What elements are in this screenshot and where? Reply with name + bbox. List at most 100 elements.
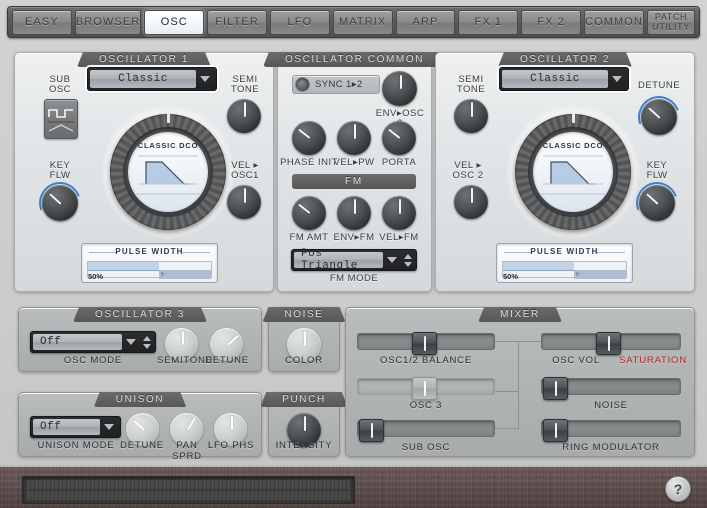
unison-detune-label: DETUNE: [120, 440, 164, 451]
tab-lfo[interactable]: LFO: [269, 9, 330, 35]
osc1-keyflw-label-line2: FLW: [49, 170, 71, 181]
lcd-row-1: [27, 480, 350, 489]
chevron-down-icon: [196, 76, 214, 82]
osc2-detune-knob[interactable]: [631, 89, 687, 145]
sawtooth-waveform-icon: [134, 155, 202, 195]
phase-init-knob[interactable]: [292, 121, 326, 155]
osc2-waveform-display: CLASSIC DCO: [533, 132, 613, 212]
osc3-detune-label: DETUNE: [205, 355, 249, 366]
oscillator-1-panel: OSCILLATOR 1 SUB OSC Classic SEMI TONE C…: [14, 52, 274, 292]
sub-osc-wave-button[interactable]: [44, 99, 78, 139]
patch-utility-line1: PATCH: [654, 12, 688, 22]
punch-title: PUNCH: [260, 392, 348, 407]
osc2-pulse-width-track[interactable]: [502, 261, 627, 279]
osc2-pulse-width-title: PULSE WIDTH: [530, 247, 599, 256]
help-button[interactable]: ?: [665, 476, 691, 502]
fm-amt-knob[interactable]: [292, 196, 326, 230]
vel-fm-knob[interactable]: [382, 196, 416, 230]
noise-color-label: COLOR: [285, 355, 323, 366]
osc2-wave-select[interactable]: Classic: [499, 67, 629, 91]
osc2-keyflow-knob[interactable]: [629, 175, 685, 231]
tab-arp[interactable]: ARP: [395, 9, 456, 35]
fm-mode-label: FM MODE: [329, 273, 379, 284]
porta-knob[interactable]: [382, 121, 416, 155]
osc1-keyflw-label: KEY FLW: [37, 161, 83, 181]
punch-panel: PUNCH INTENSITY: [268, 392, 340, 457]
osc3-semitone-label: SEMITONE: [157, 355, 213, 366]
routing-line-osc3: [494, 391, 519, 392]
chevron-down-icon: [122, 339, 140, 345]
saturation-label: SATURATION: [619, 355, 687, 366]
unison-mode-select[interactable]: Off: [30, 416, 121, 438]
osc3-mode-select[interactable]: Off: [30, 331, 156, 353]
sub-osc-level-slider[interactable]: [357, 419, 495, 442]
osc2-dco-knob[interactable]: CLASSIC DCO: [515, 113, 631, 230]
tab-browser[interactable]: BROWSER: [74, 9, 142, 35]
patch-utility-line2: UTILITY: [652, 22, 690, 32]
vel-fm-label: VEL▸FM: [379, 232, 419, 243]
osc2-pulse-width[interactable]: PULSE WIDTH 50%: [496, 243, 633, 283]
osc1-semitone-knob[interactable]: [227, 99, 261, 133]
unison-mode-label: UNISON MODE: [37, 440, 115, 451]
ring-modulator-slider[interactable]: [541, 419, 681, 442]
osc1-pulse-width[interactable]: PULSE WIDTH 50%: [81, 243, 218, 283]
osc1-pulse-width-title: PULSE WIDTH: [115, 247, 184, 256]
osc1-waveform-display: CLASSIC DCO: [128, 132, 208, 212]
osc-vol-label: OSC VOL: [552, 355, 600, 366]
sawtooth-waveform-icon: [539, 155, 607, 195]
fm-mode-value: Pos Triangle: [294, 248, 383, 272]
osc2-keyflw-label-line2: FLW: [646, 170, 668, 181]
tab-common[interactable]: COMMON: [584, 9, 644, 35]
oscillator-2-panel: OSCILLATOR 2 SEMI TONE Classic DETUNE CL…: [435, 52, 695, 292]
oscillator-3-panel: OSCILLATOR 3 Off OSC MODE SEMITONE DETUN…: [18, 307, 262, 372]
osc1-semitone-label: SEMI TONE: [222, 75, 268, 95]
tab-patch-utility[interactable]: PATCH UTILITY: [646, 9, 695, 35]
env-fm-knob[interactable]: [337, 196, 371, 230]
osc2-semitone-label: SEMI TONE: [448, 75, 494, 95]
fm-mode-stepper[interactable]: [401, 253, 414, 267]
osc1-semitone-label-line2: TONE: [230, 84, 260, 95]
unison-lfo-phs-label: LFO PHS: [207, 440, 255, 451]
osc-vol-slider[interactable]: [541, 332, 681, 355]
chevron-down-icon: [608, 76, 626, 82]
osc1-wave-select[interactable]: Classic: [87, 67, 217, 91]
noise-level-slider[interactable]: [541, 377, 681, 400]
tab-matrix[interactable]: MATRIX: [332, 9, 393, 35]
osc3-mode-stepper[interactable]: [140, 335, 153, 349]
osc12-balance-label: OSC1/2 BALANCE: [380, 355, 472, 366]
osc1-pulse-width-value: 50%: [88, 272, 104, 281]
oscillator-3-title: OSCILLATOR 3: [73, 307, 207, 322]
lcd-row-2: [27, 491, 350, 500]
osc3-level-label: OSC 3: [409, 400, 443, 411]
fm-mode-select[interactable]: Pos Triangle: [291, 248, 417, 272]
vel-pw-knob[interactable]: [337, 121, 371, 155]
oscillator-2-title: OSCILLATOR 2: [498, 52, 632, 67]
sync-1-2-label: SYNC 1▸2: [315, 79, 363, 90]
osc1-keyflow-knob[interactable]: [32, 175, 88, 231]
sync-led-icon: [295, 77, 310, 92]
sub-osc-label-line2: OSC: [48, 84, 72, 95]
osc1-dco-knob[interactable]: CLASSIC DCO: [110, 113, 226, 230]
tab-easy[interactable]: EASY: [12, 9, 72, 35]
osc2-wave-value: Classic: [502, 70, 608, 88]
noise-panel: NOISE COLOR: [268, 307, 340, 372]
osc3-mode-value: Off: [33, 334, 122, 350]
tab-fx2[interactable]: FX 2: [521, 9, 582, 35]
sync-1-2-button[interactable]: SYNC 1▸2: [292, 75, 380, 94]
env-osc2-knob[interactable]: [382, 71, 417, 106]
tab-osc[interactable]: OSC: [144, 9, 205, 35]
osc2-semitone-knob[interactable]: [454, 99, 488, 133]
tab-filter[interactable]: FILTER: [207, 9, 267, 35]
lcd-display: [22, 476, 355, 504]
osc3-mode-label: OSC MODE: [63, 355, 123, 366]
osc1-pulse-width-track[interactable]: [87, 261, 212, 279]
osc12-balance-slider[interactable]: [357, 332, 495, 355]
osc2-pulse-width-value: 50%: [503, 272, 519, 281]
osc2-vel-osc2-knob[interactable]: [454, 185, 488, 219]
osc3-level-slider[interactable]: [357, 377, 495, 400]
osc1-vel-osc1-knob[interactable]: [227, 185, 261, 219]
noise-title: NOISE: [262, 307, 345, 322]
tab-fx1[interactable]: FX 1: [458, 9, 519, 35]
unison-title: UNISON: [94, 392, 187, 407]
chevron-down-icon: [383, 257, 401, 263]
